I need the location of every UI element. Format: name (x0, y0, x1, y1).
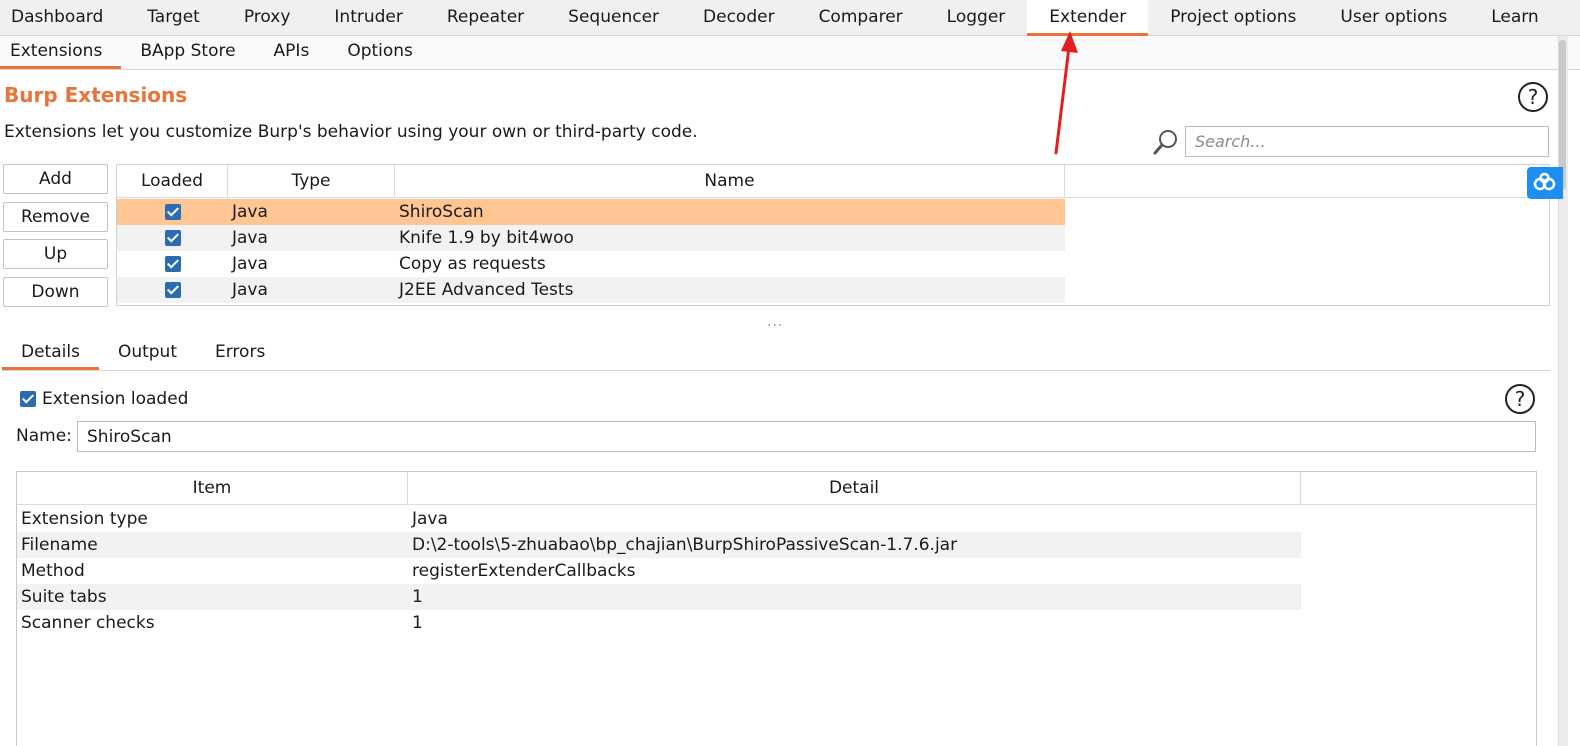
column-header-type[interactable]: Type (228, 165, 395, 198)
cell-name: J2EE Advanced Tests (399, 280, 574, 300)
extension-loaded-toggle[interactable]: Extension loaded (20, 389, 188, 409)
tab-learn[interactable]: Learn (1469, 0, 1561, 36)
down-button[interactable]: Down (3, 277, 108, 307)
table-row[interactable]: Filename D:\2-tools\5-zhuabao\bp_chajian… (17, 532, 1301, 558)
tab-details[interactable]: Details (2, 336, 99, 370)
table-row[interactable]: Java ShiroScan (117, 199, 1065, 225)
tab-output[interactable]: Output (99, 336, 196, 370)
cell-item: Filename (21, 535, 98, 555)
splitter-handle[interactable]: ... (767, 314, 783, 330)
detail-tab-bar: Details Output Errors (2, 336, 1550, 371)
table-row[interactable]: Java J2EE Advanced Tests (117, 277, 1065, 303)
table-row[interactable]: Method registerExtenderCallbacks (17, 558, 1301, 584)
details-table: Item Detail Extension type Java Filename… (16, 471, 1537, 746)
cell-detail: 1 (412, 587, 423, 607)
section-description: Extensions let you customize Burp's beha… (4, 122, 698, 142)
table-row[interactable]: Java Knife 1.9 by bit4woo (117, 225, 1065, 251)
cell-type: Java (232, 280, 268, 300)
up-button[interactable]: Up (3, 239, 108, 269)
extension-loaded-label: Extension loaded (42, 389, 189, 409)
table-row[interactable]: Scanner checks 1 (17, 610, 1301, 636)
cell-detail: registerExtenderCallbacks (412, 561, 636, 581)
tab-logger[interactable]: Logger (925, 0, 1028, 36)
loaded-checkbox[interactable] (164, 256, 181, 272)
subtab-options[interactable]: Options (328, 36, 432, 69)
table-row[interactable]: Java Copy as requests (117, 251, 1065, 277)
add-button[interactable]: Add (3, 164, 108, 194)
table-row[interactable]: Extension type Java (17, 506, 1301, 532)
column-header-name[interactable]: Name (395, 165, 1065, 198)
tab-dashboard[interactable]: Dashboard (0, 0, 125, 36)
cell-item: Scanner checks (21, 613, 155, 633)
loaded-checkbox[interactable] (164, 204, 181, 220)
column-header-loaded[interactable]: Loaded (117, 165, 228, 198)
cloud-icon[interactable] (1527, 167, 1563, 199)
extension-loaded-checkbox[interactable] (20, 391, 36, 407)
page-title: Burp Extensions (4, 83, 188, 107)
loaded-checkbox[interactable] (164, 282, 181, 298)
details-table-header: Item Detail (17, 472, 1536, 505)
tab-extender[interactable]: Extender (1027, 0, 1149, 36)
cell-name: Knife 1.9 by bit4woo (399, 228, 574, 248)
tab-project-options[interactable]: Project options (1148, 0, 1318, 36)
tab-sequencer[interactable]: Sequencer (546, 0, 681, 36)
remove-button[interactable]: Remove (3, 202, 108, 232)
tab-user-options[interactable]: User options (1318, 0, 1469, 36)
cell-detail: Java (412, 509, 448, 529)
name-field[interactable] (77, 421, 1536, 452)
table-row[interactable]: Suite tabs 1 (17, 584, 1301, 610)
extensions-table-header: Loaded Type Name (117, 165, 1065, 198)
subtab-apis[interactable]: APIs (255, 36, 329, 69)
cell-type: Java (232, 228, 268, 248)
search-input[interactable] (1185, 126, 1549, 157)
extender-sub-tab-bar: Extensions BApp Store APIs Options (0, 36, 1580, 70)
tab-intruder[interactable]: Intruder (312, 0, 424, 36)
cell-item: Method (21, 561, 85, 581)
subtab-extensions[interactable]: Extensions (0, 36, 122, 69)
cell-item: Extension type (21, 509, 148, 529)
cell-name: Copy as requests (399, 254, 546, 274)
search-icon (1153, 130, 1177, 155)
loaded-checkbox[interactable] (164, 230, 181, 246)
tab-errors[interactable]: Errors (196, 336, 284, 370)
details-help-icon[interactable]: ? (1505, 384, 1535, 414)
cell-type: Java (232, 254, 268, 274)
name-label: Name: (16, 426, 72, 446)
column-header-item[interactable]: Item (17, 472, 408, 505)
cell-detail: D:\2-tools\5-zhuabao\bp_chajian\BurpShir… (412, 535, 958, 555)
tab-proxy[interactable]: Proxy (222, 0, 313, 36)
cell-detail: 1 (412, 613, 423, 633)
extensions-table: Loaded Type Name Java ShiroScan Java Kni… (116, 164, 1550, 306)
tab-comparer[interactable]: Comparer (797, 0, 925, 36)
column-header-detail[interactable]: Detail (408, 472, 1301, 505)
tab-decoder[interactable]: Decoder (681, 0, 797, 36)
table-header-filler (1065, 165, 1549, 198)
help-icon[interactable]: ? (1518, 82, 1548, 112)
cell-name: ShiroScan (399, 202, 484, 222)
subtab-bapp-store[interactable]: BApp Store (121, 36, 254, 69)
cell-item: Suite tabs (21, 587, 107, 607)
cell-type: Java (232, 202, 268, 222)
tab-target[interactable]: Target (125, 0, 222, 36)
tab-repeater[interactable]: Repeater (425, 0, 546, 36)
main-tab-bar: Dashboard Target Proxy Intruder Repeater… (0, 0, 1580, 36)
